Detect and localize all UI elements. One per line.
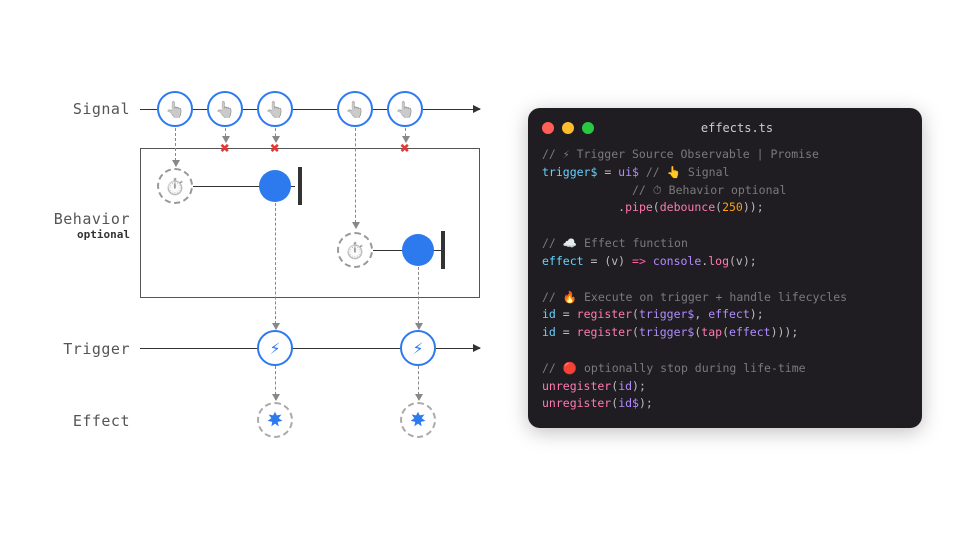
- dash-to-trigger-1: [275, 203, 276, 329]
- code-block: // ⚡ Trigger Source Observable | Promise…: [542, 146, 908, 413]
- cloud-splat-icon: [407, 409, 429, 431]
- code-comment: // ☁️ Effect function: [542, 236, 688, 250]
- code-token: (: [632, 325, 639, 339]
- code-token: id: [542, 307, 556, 321]
- effect-1: [257, 402, 293, 438]
- window-titlebar: effects.ts: [542, 118, 908, 138]
- code-token: register: [577, 325, 632, 339]
- debounce-emit-1: [259, 170, 291, 202]
- pointer-icon: 👆: [215, 100, 235, 119]
- code-token: ,: [694, 307, 708, 321]
- code-token: ));: [743, 200, 764, 214]
- signal-row-label: Signal: [30, 100, 130, 118]
- cancel-2: ✖: [220, 139, 230, 158]
- code-token: (v);: [729, 254, 757, 268]
- cloud-splat-icon: [264, 409, 286, 431]
- signal-event-1: 👆: [157, 91, 193, 127]
- code-token: (: [632, 307, 639, 321]
- code-token: id$: [618, 396, 639, 410]
- cancel-5: ✖: [400, 139, 410, 158]
- code-token: trigger$: [639, 307, 694, 321]
- code-token: =>: [625, 254, 653, 268]
- code-comment: // 🔥 Execute on trigger + handle lifecyc…: [542, 290, 847, 304]
- behavior-optional-label: optional: [30, 228, 130, 241]
- minimize-icon[interactable]: [562, 122, 574, 134]
- debounce-emit-2: [402, 234, 434, 266]
- close-icon[interactable]: [542, 122, 554, 134]
- code-token: ui$: [618, 165, 639, 179]
- stopwatch-icon: ⏱️: [345, 241, 365, 260]
- diagram-page: Signal Behavior optional Trigger Effect …: [0, 0, 960, 540]
- pointer-icon: 👆: [165, 100, 185, 119]
- dash-1: [175, 128, 176, 166]
- code-token: unregister: [542, 379, 611, 393]
- code-token: =: [597, 165, 618, 179]
- code-comment: // ⚡ Trigger Source Observable | Promise: [542, 147, 819, 161]
- code-token: log: [708, 254, 729, 268]
- code-token: .: [542, 200, 625, 214]
- code-token: trigger$: [639, 325, 694, 339]
- stopwatch-icon: ⏱️: [165, 177, 185, 196]
- code-token: (: [653, 200, 660, 214]
- maximize-icon[interactable]: [582, 122, 594, 134]
- dash-to-effect-2: [418, 366, 419, 400]
- code-token: =: [556, 325, 577, 339]
- code-comment: // ⏱ Behavior optional: [542, 183, 786, 197]
- signal-event-4: 👆: [337, 91, 373, 127]
- terminator-2: [441, 231, 445, 269]
- code-token: =: [584, 254, 605, 268]
- code-token: id: [618, 379, 632, 393]
- behavior-row-label: Behavior: [30, 210, 130, 228]
- code-token: trigger$: [542, 165, 597, 179]
- code-token: 250: [722, 200, 743, 214]
- code-comment: // 🔴 optionally stop during life-time: [542, 361, 806, 375]
- code-token: );: [750, 307, 764, 321]
- debounce-start-1: ⏱️: [157, 168, 193, 204]
- code-token: effect: [729, 325, 771, 339]
- debounce-start-2: ⏱️: [337, 232, 373, 268]
- pointer-icon: 👆: [395, 100, 415, 119]
- code-token: effect: [542, 254, 584, 268]
- signal-event-3: 👆: [257, 91, 293, 127]
- code-token: );: [632, 379, 646, 393]
- window-title: effects.ts: [602, 121, 908, 135]
- code-window: effects.ts // ⚡ Trigger Source Observabl…: [528, 108, 922, 428]
- code-token: register: [577, 307, 632, 321]
- code-token: (v): [604, 254, 625, 268]
- bolt-icon: ⚡: [270, 338, 281, 359]
- bolt-icon: ⚡: [413, 338, 424, 359]
- code-token: effect: [708, 307, 750, 321]
- code-token: debounce: [660, 200, 715, 214]
- dash-to-trigger-2: [418, 267, 419, 329]
- code-token: unregister: [542, 396, 611, 410]
- trigger-row-label: Trigger: [30, 340, 130, 358]
- dash-to-effect-1: [275, 366, 276, 400]
- code-token: pipe: [625, 200, 653, 214]
- code-token: tap: [701, 325, 722, 339]
- code-token: )));: [771, 325, 799, 339]
- cancel-3: ✖: [270, 139, 280, 158]
- trigger-event-1: ⚡: [257, 330, 293, 366]
- code-token: =: [556, 307, 577, 321]
- behavior-box: [140, 148, 480, 298]
- dash-4: [355, 128, 356, 228]
- effect-row-label: Effect: [30, 412, 130, 430]
- terminator-1: [298, 167, 302, 205]
- code-token: );: [639, 396, 653, 410]
- code-token: (: [722, 325, 729, 339]
- trigger-event-2: ⚡: [400, 330, 436, 366]
- pointer-icon: 👆: [265, 100, 285, 119]
- signal-event-5: 👆: [387, 91, 423, 127]
- code-token: id: [542, 325, 556, 339]
- signal-event-2: 👆: [207, 91, 243, 127]
- code-token: // 👆 Signal: [639, 165, 729, 179]
- code-token: console: [653, 254, 701, 268]
- effect-2: [400, 402, 436, 438]
- pointer-icon: 👆: [345, 100, 365, 119]
